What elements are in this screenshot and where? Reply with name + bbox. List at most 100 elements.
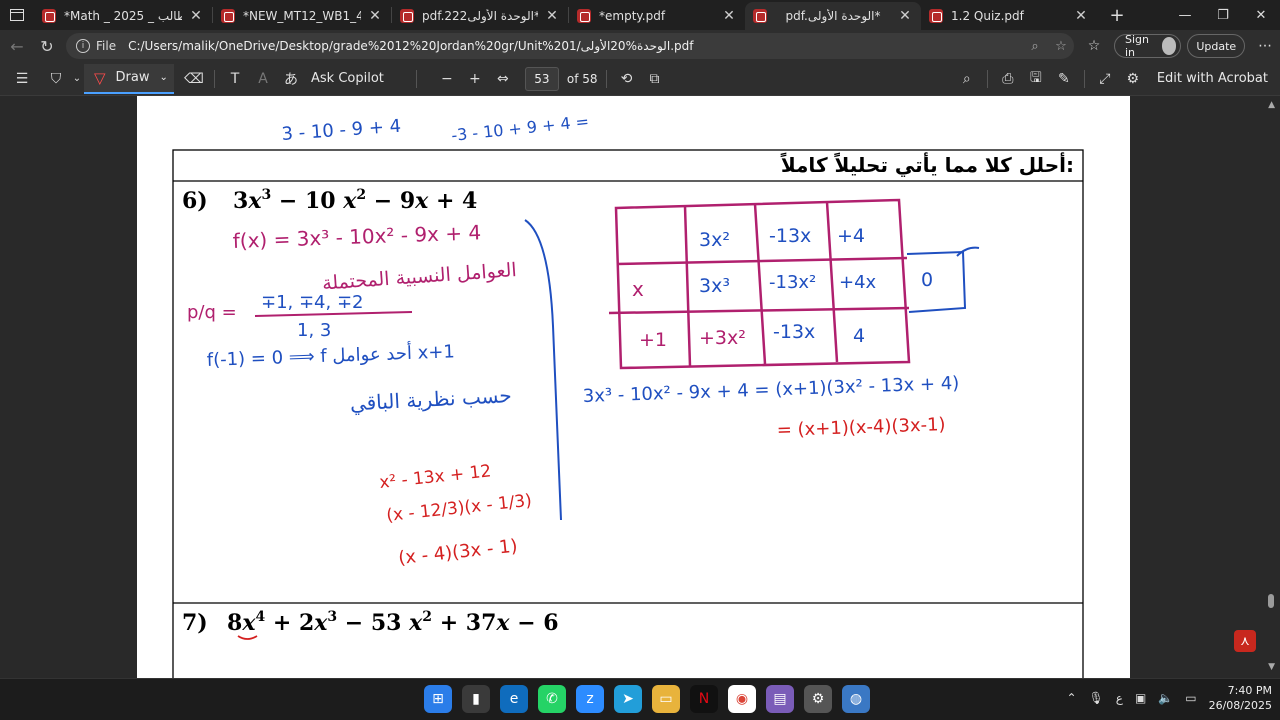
page-total: of 58 [566,71,598,86]
table-r2c3: 4 [853,325,865,347]
note-factored-1: 3x³ - 10x² - 9x + 4 = (x+1)(3x² - 13x + … [582,373,959,407]
edit-with-acrobat-button[interactable]: Edit with Acrobat [1157,71,1268,86]
table-h3: +4 [837,225,865,247]
tab-math[interactable]: *Math _ 2025 _ طالب Without ✕ [34,2,212,30]
contents-icon[interactable]: ☰ [8,64,36,94]
pdf-viewer[interactable]: 3 - 10 - 9 + 4 -3 - 10 + 9 + 4 = أحلل كل… [0,96,1280,678]
page-number-input[interactable]: 53 [524,66,559,91]
handwritten-top-2: -3 - 10 + 9 + 4 = [450,112,589,145]
tab-quiz[interactable]: 1.2 Quiz.pdf ✕ [921,2,1097,30]
note-quad: x² - 13x + 12 [378,461,492,493]
sign-in-button[interactable]: Sign in [1114,33,1182,59]
fit-page-icon[interactable]: ⇔ [489,64,517,94]
close-window-icon[interactable]: ✕ [1242,0,1280,30]
fullscreen-icon[interactable]: ⤢ [1091,64,1119,94]
page-content: 3 - 10 - 9 + 4 -3 - 10 + 9 + 4 = أحلل كل… [172,112,1084,678]
zoom-in-icon[interactable]: + [461,64,489,94]
favorite-star-icon[interactable]: ☆ [1048,39,1074,54]
app-icon[interactable]: ▤ [766,685,794,713]
chevron-down-icon[interactable]: ⌄ [160,72,168,83]
url-text[interactable]: C:/Users/malik/OneDrive/Desktop/grade%20… [128,39,1022,53]
note-factors-arabic: العوامل النسبية المحتملة [321,259,517,295]
language-indicator[interactable]: ع [1116,691,1123,705]
chevron-up-icon[interactable]: ⌃ [1066,691,1076,705]
system-tray: ⌃ 🎙 ع ▣ 🔈 ▭ 7:40 PM 26/08/2025 [1066,683,1272,713]
eraser-icon[interactable]: ⌫ [180,64,208,94]
close-tab-icon[interactable]: ✕ [1073,8,1089,24]
tab-unit-one-active[interactable]: pdf.الوحدة الأولى* ✕ [745,2,921,30]
text-box-icon[interactable]: T [221,64,249,94]
clock[interactable]: 7:40 PM 26/08/2025 [1209,683,1272,713]
tab-title: pdf.222الوحدة الأولى* [422,9,538,23]
note-f-def: f(x) = 3x³ - 10x² - 9x + 4 [232,220,481,253]
url-field[interactable]: i File C:/Users/malik/OneDrive/Desktop/g… [66,33,1074,59]
more-menu-icon[interactable]: ⋯ [1251,31,1279,61]
translate-icon[interactable]: あ [277,64,305,94]
scroll-down-icon[interactable]: ▼ [1268,662,1275,672]
globe-app-icon[interactable]: ◍ [842,685,870,713]
toolbar-divider [214,69,215,88]
tab-actions-menu[interactable] [0,0,34,30]
save-icon[interactable]: 🖫 [1022,64,1050,94]
tab-title: *NEW_MT12_WB1_4-2-2025 [243,9,361,23]
volume-icon[interactable]: 🔈 [1158,691,1173,705]
remainder-box [906,250,967,313]
chevron-down-icon[interactable]: ⌄ [70,64,84,94]
netflix-icon[interactable]: N [690,685,718,713]
acrobat-icon[interactable]: ⋏ [1234,630,1256,652]
battery-icon[interactable]: ▭ [1185,691,1196,705]
favorites-icon[interactable]: ☆ [1080,31,1108,61]
browser-actions: ☆ Sign in Update ⋯ [1080,33,1280,59]
tab-title: 1.2 Quiz.pdf [951,9,1024,23]
close-tab-icon[interactable]: ✕ [897,8,913,24]
tab-empty[interactable]: *empty.pdf ✕ [569,2,745,30]
note-quad-final: (x - 4)(3x - 1) [397,536,518,569]
toolbar-divider [1083,69,1085,88]
ask-copilot-button[interactable]: Ask Copilot [311,71,384,86]
whatsapp-icon[interactable]: ✆ [538,685,566,713]
info-icon[interactable]: i [76,39,90,53]
print-icon[interactable]: ⎙ [994,64,1022,94]
zoom-icon[interactable]: ⌕ [1022,39,1048,54]
note-numerators: ∓1, ∓4, ∓2 [261,292,364,313]
search-icon[interactable]: ⌕ [953,64,981,94]
tab-new-mt12[interactable]: *NEW_MT12_WB1_4-2-2025 ✕ [213,2,391,30]
window-controls: — ❐ ✕ [1166,0,1280,30]
rotate-icon[interactable]: ⟲ [613,64,641,94]
read-aloud-icon[interactable]: A [249,64,277,94]
zoom-app-icon[interactable]: z [576,685,604,713]
sign-in-label: Sign in [1125,33,1149,59]
close-tab-icon[interactable]: ✕ [367,8,383,24]
telegram-icon[interactable]: ➤ [614,685,642,713]
maximize-icon[interactable]: ❐ [1204,0,1242,30]
highlight-icon[interactable]: ⛉ [42,64,70,94]
minimize-icon[interactable]: — [1166,0,1204,30]
windows-start-icon[interactable]: ⊞ [424,685,452,713]
page-view-icon[interactable]: ⧉ [641,64,669,94]
zoom-out-icon[interactable]: − [433,64,461,94]
draw-button[interactable]: ▽ Draw ⌄ [84,63,174,94]
microphone-icon[interactable]: 🎙 [1089,691,1104,705]
close-tab-icon[interactable]: ✕ [188,8,204,24]
scrollbar-thumb[interactable] [1268,594,1274,608]
new-tab-button[interactable]: + [1103,5,1131,26]
close-tab-icon[interactable]: ✕ [544,8,560,24]
save-as-icon[interactable]: ✎ [1050,64,1078,94]
back-icon[interactable]: ← [2,32,32,60]
network-icon[interactable]: ▣ [1135,691,1146,705]
refresh-icon[interactable]: ↻ [32,32,62,60]
update-button[interactable]: Update [1187,34,1246,58]
note-quad-step: (x - 12/3)(x - 1/3) [385,491,532,526]
close-tab-icon[interactable]: ✕ [721,8,737,24]
file-explorer-icon[interactable]: ▭ [652,685,680,713]
settings-app-icon[interactable]: ⚙ [804,685,832,713]
chrome-icon[interactable]: ◉ [728,685,756,713]
tab-strip: *Math _ 2025 _ طالب Without ✕ *NEW_MT12_… [0,0,1280,30]
settings-gear-icon[interactable]: ⚙ [1119,64,1147,94]
tab-unit-222[interactable]: pdf.222الوحدة الأولى* ✕ [392,2,568,30]
edge-icon[interactable]: e [500,685,528,713]
app-icon[interactable]: ▮ [462,685,490,713]
taskbar: ⊞ ▮ e ✆ z ➤ ▭ N ◉ ▤ ⚙ ◍ ⌃ 🎙 ع ▣ 🔈 ▭ 7:40… [0,678,1280,720]
toolbar-divider [605,69,607,88]
scroll-up-icon[interactable]: ▲ [1268,100,1275,110]
